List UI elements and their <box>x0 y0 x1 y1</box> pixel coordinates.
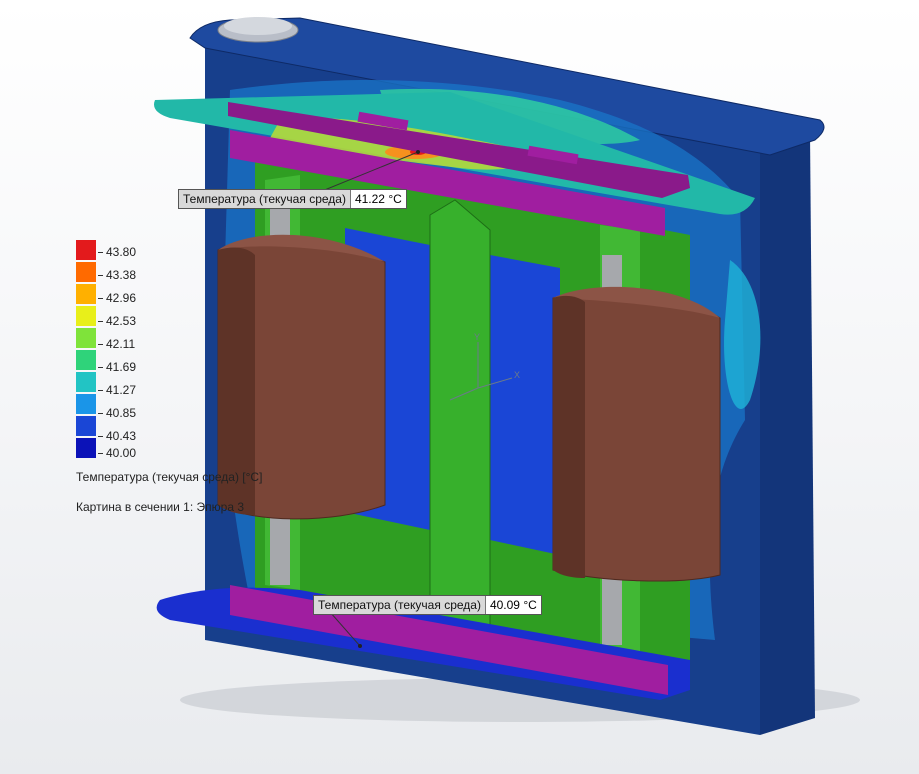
legend-tickmark <box>98 367 103 368</box>
legend-tickmark <box>98 436 103 437</box>
right-coil-shade <box>553 295 585 578</box>
legend-tick-label: 41.69 <box>106 360 137 374</box>
legend-tick-label: 42.11 <box>106 337 136 351</box>
legend-swatch-0 <box>76 240 96 260</box>
legend-tickmark <box>98 252 103 253</box>
legend-tickmark <box>98 390 103 391</box>
probe-callout-2[interactable]: Температура (текучая среда) 40.09 °C <box>313 595 542 615</box>
legend-tick-label: 40.00 <box>106 446 137 460</box>
axis-y-label: Y <box>474 332 480 342</box>
probe-2-label: Температура (текучая среда) <box>314 596 486 614</box>
legend-tick-label: 42.96 <box>106 291 137 305</box>
legend-tick-label: 40.43 <box>106 429 137 443</box>
legend-tickmark <box>98 275 103 276</box>
legend-tick-label: 43.80 <box>106 245 137 259</box>
legend-title: Температура (текучая среда) [°C] <box>76 470 263 484</box>
legend-swatch-4 <box>76 328 96 348</box>
legend-swatch-2 <box>76 284 96 304</box>
legend-tickmark <box>98 298 103 299</box>
color-legend: 43.80 43.38 42.96 42.53 42.11 41.69 41.2… <box>76 240 316 530</box>
legend-swatch-9 <box>76 438 96 458</box>
probe-1-label: Температура (текучая среда) <box>179 190 351 208</box>
vent-cap-top <box>224 17 292 35</box>
legend-swatch-7 <box>76 394 96 414</box>
legend-tick-label: 43.38 <box>106 268 137 282</box>
legend-swatch-1 <box>76 262 96 282</box>
legend-tickmark <box>98 321 103 322</box>
core-center-limb <box>429 199 491 651</box>
legend-swatch-3 <box>76 306 96 326</box>
legend-subtitle: Картина в сечении 1: Эпюра 3 <box>76 500 245 514</box>
legend-tick-label: 41.27 <box>106 383 137 397</box>
legend-tick-label: 40.85 <box>106 406 137 420</box>
probe-2-value: 40.09 °C <box>485 596 541 614</box>
legend-tickmark <box>98 344 103 345</box>
legend-swatch-5 <box>76 350 96 370</box>
axis-x-label: X <box>514 370 520 380</box>
probe-1-point <box>416 150 420 154</box>
probe-callout-1[interactable]: Температура (текучая среда) 41.22 °C <box>178 189 407 209</box>
legend-tickmark <box>98 453 103 454</box>
probe-1-value: 41.22 °C <box>350 190 406 208</box>
legend-swatch-6 <box>76 372 96 392</box>
legend-tick-label: 42.53 <box>106 314 137 328</box>
tank-side-wall <box>760 132 815 735</box>
core-window-right <box>490 255 560 555</box>
probe-2-point <box>358 644 362 648</box>
legend-swatch-8 <box>76 416 96 436</box>
legend-tickmark <box>98 413 103 414</box>
